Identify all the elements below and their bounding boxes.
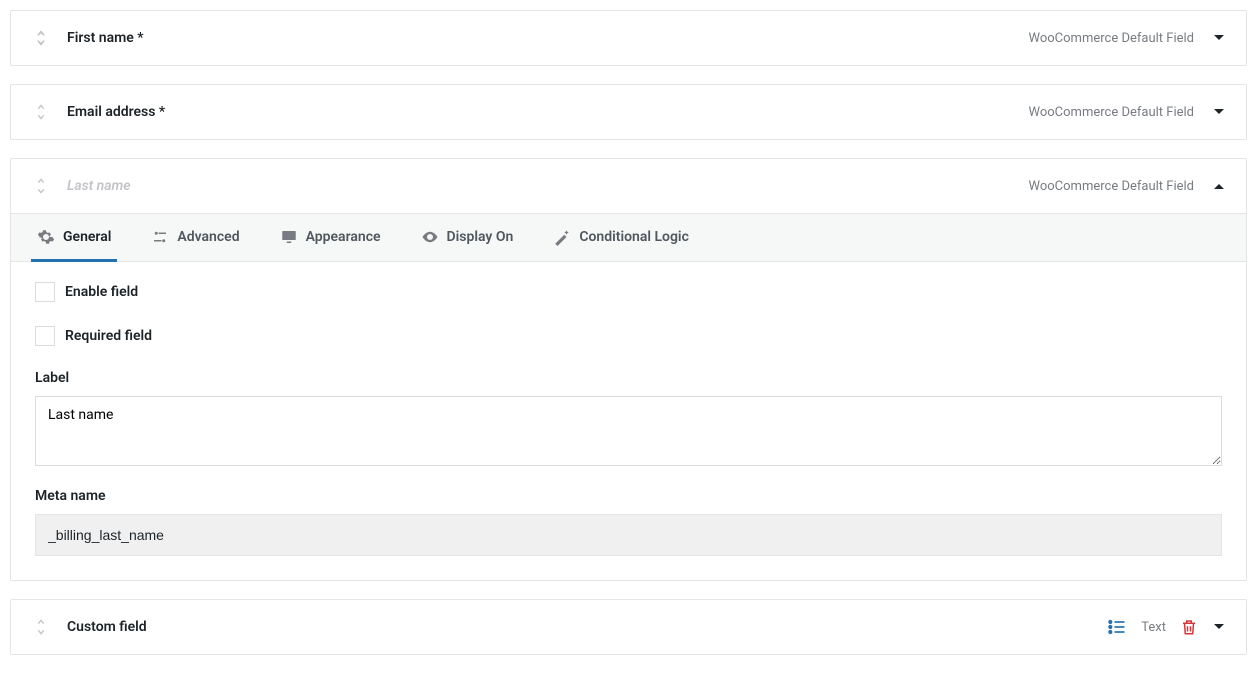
field-title: Custom field: [67, 619, 147, 635]
label-input[interactable]: [35, 396, 1222, 466]
sliders-icon: [151, 228, 169, 246]
chevron-down-icon[interactable]: [1212, 31, 1226, 45]
tab-general[interactable]: General: [31, 214, 117, 262]
drag-handle-icon[interactable]: [31, 30, 51, 46]
chevron-down-icon[interactable]: [1212, 105, 1226, 119]
field-header[interactable]: First name * WooCommerce Default Field: [11, 11, 1246, 65]
field-header[interactable]: Last name WooCommerce Default Field: [11, 159, 1246, 213]
enable-field-checkbox[interactable]: [35, 282, 55, 302]
field-title: Last name: [67, 178, 131, 194]
field-header[interactable]: Custom field Text: [11, 600, 1246, 654]
field-type-label: Text: [1141, 620, 1166, 635]
settings-tabs: General Advanced Appearance Display On C…: [11, 213, 1246, 262]
eye-icon: [421, 228, 439, 246]
field-row[interactable]: First name * WooCommerce Default Field: [10, 10, 1247, 66]
field-title: Email address *: [67, 104, 165, 120]
enable-field-label: Enable field: [65, 284, 138, 300]
drag-handle-icon[interactable]: [31, 178, 51, 194]
required-field-checkbox[interactable]: [35, 326, 55, 346]
tab-label: General: [63, 229, 111, 245]
drag-handle-icon[interactable]: [31, 104, 51, 120]
tab-appearance[interactable]: Appearance: [274, 214, 387, 262]
tab-label: Conditional Logic: [579, 229, 689, 245]
meta-name-input: [35, 514, 1222, 556]
tab-conditional-logic[interactable]: Conditional Logic: [547, 214, 695, 262]
enable-field-row[interactable]: Enable field: [35, 282, 1222, 302]
field-title: First name *: [67, 30, 144, 46]
wand-icon: [553, 228, 571, 246]
meta-name-label: Meta name: [35, 488, 1222, 504]
drag-handle-icon[interactable]: [31, 619, 51, 635]
list-icon[interactable]: [1107, 617, 1127, 637]
chevron-up-icon[interactable]: [1212, 179, 1226, 193]
required-field-label: Required field: [65, 328, 152, 344]
tab-advanced[interactable]: Advanced: [145, 214, 245, 262]
monitor-icon: [280, 228, 298, 246]
label-field-label: Label: [35, 370, 1222, 386]
field-row[interactable]: Custom field Text: [10, 599, 1247, 655]
field-badge: WooCommerce Default Field: [1029, 31, 1195, 46]
field-badge: WooCommerce Default Field: [1029, 105, 1195, 120]
general-panel: Enable field Required field Label Meta n…: [11, 262, 1246, 580]
required-field-row[interactable]: Required field: [35, 326, 1222, 346]
field-badge: WooCommerce Default Field: [1029, 179, 1195, 194]
gear-icon: [37, 228, 55, 246]
trash-icon[interactable]: [1180, 618, 1198, 636]
chevron-down-icon[interactable]: [1212, 620, 1226, 634]
tab-label: Advanced: [177, 229, 239, 245]
field-header[interactable]: Email address * WooCommerce Default Fiel…: [11, 85, 1246, 139]
field-row-expanded: Last name WooCommerce Default Field Gene…: [10, 158, 1247, 581]
tab-display-on[interactable]: Display On: [415, 214, 520, 262]
tab-label: Appearance: [306, 229, 381, 245]
field-row[interactable]: Email address * WooCommerce Default Fiel…: [10, 84, 1247, 140]
tab-label: Display On: [447, 229, 514, 245]
